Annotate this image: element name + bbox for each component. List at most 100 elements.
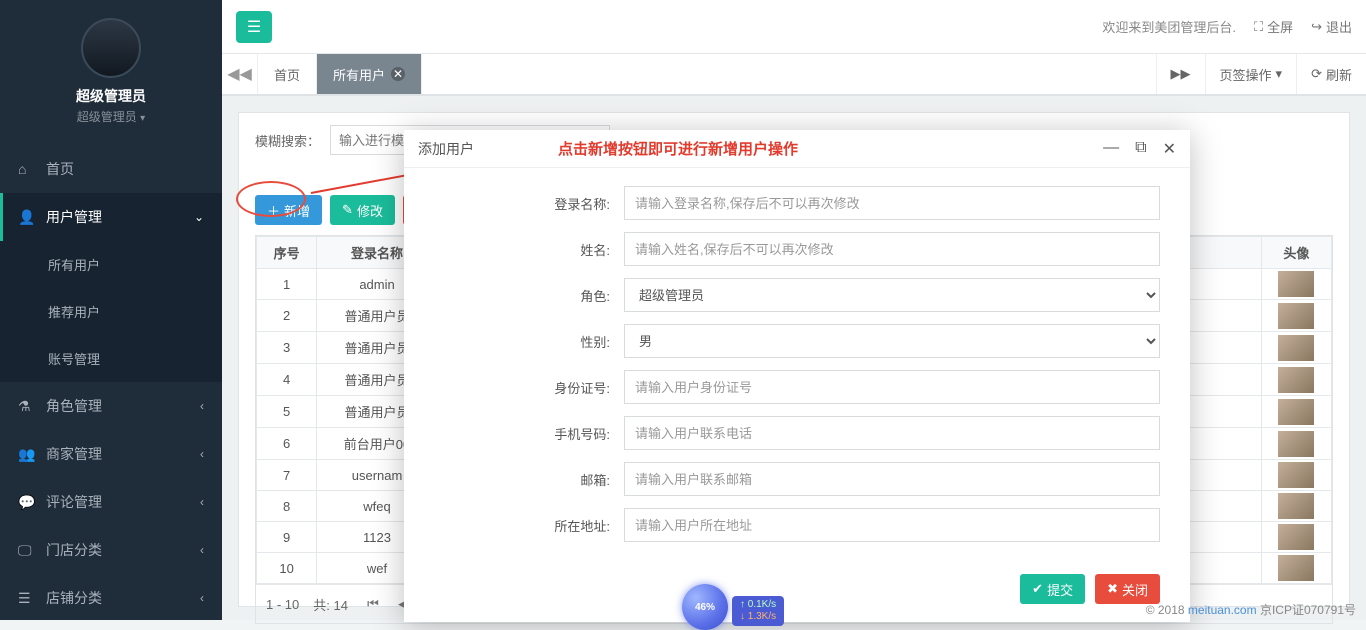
cell-avatar bbox=[1261, 332, 1331, 364]
avatar-thumb bbox=[1278, 431, 1314, 457]
input-phone[interactable] bbox=[624, 416, 1160, 450]
sidebar-item-merchant-mgmt[interactable]: 👥商家管理‹ bbox=[0, 430, 222, 478]
admin-role-dropdown[interactable]: 超级管理员 ▾ bbox=[0, 108, 222, 125]
cell-avatar bbox=[1261, 396, 1331, 428]
sidebar-item-recommend-users[interactable]: 推荐用户 bbox=[0, 288, 222, 335]
chevron-left-icon: ‹ bbox=[200, 399, 204, 413]
input-name[interactable] bbox=[624, 232, 1160, 266]
tabs-scroll-right[interactable]: ▶▶ bbox=[1156, 54, 1205, 94]
cell-avatar bbox=[1261, 460, 1331, 491]
fullscreen-button[interactable]: ⛶全屏 bbox=[1254, 17, 1293, 36]
cell-seq: 2 bbox=[257, 300, 317, 332]
sidebar-item-comment-mgmt[interactable]: 💬评论管理‹ bbox=[0, 478, 222, 526]
label-role: 角色: bbox=[434, 286, 624, 305]
modal-title: 添加用户 bbox=[418, 139, 474, 159]
annotation-text: 点击新增按钮即可进行新增用户操作 bbox=[558, 138, 798, 159]
input-login[interactable] bbox=[624, 186, 1160, 220]
list-icon: ☰ bbox=[18, 590, 36, 607]
chevron-down-icon: ⌄ bbox=[194, 210, 204, 224]
flask-icon: ⚗ bbox=[18, 398, 36, 415]
input-address[interactable] bbox=[624, 508, 1160, 542]
caret-down-icon: ▾ bbox=[1276, 66, 1283, 82]
avatar-thumb bbox=[1278, 367, 1314, 393]
chevron-left-icon: ‹ bbox=[200, 447, 204, 461]
widget-orb: 46% bbox=[682, 584, 728, 630]
cell-seq: 3 bbox=[257, 332, 317, 364]
check-icon: ✔ bbox=[1032, 581, 1043, 597]
avatar-thumb bbox=[1278, 271, 1314, 297]
tab-home[interactable]: 首页 bbox=[258, 54, 317, 94]
avatar-thumb bbox=[1278, 303, 1314, 329]
cell-seq: 6 bbox=[257, 428, 317, 460]
modal-close-button[interactable]: ✕ bbox=[1163, 139, 1176, 159]
modal-body: 登录名称: 姓名: 角色:超级管理员 性别:男 身份证号: 手机号码: 邮箱: … bbox=[404, 168, 1190, 574]
close-icon: ✖ bbox=[1107, 581, 1118, 597]
sidebar-item-account-mgmt[interactable]: 账号管理 bbox=[0, 335, 222, 382]
cell-seq: 5 bbox=[257, 396, 317, 428]
cell-avatar bbox=[1261, 364, 1331, 396]
comment-icon: 💬 bbox=[18, 494, 36, 511]
edit-icon: ✎ bbox=[342, 202, 353, 218]
refresh-icon: ⟳ bbox=[1311, 66, 1322, 82]
label-name: 姓名: bbox=[434, 240, 624, 259]
footer-link[interactable]: meituan.com bbox=[1188, 603, 1257, 617]
tab-ops-dropdown[interactable]: 页签操作 ▾ bbox=[1205, 54, 1297, 94]
avatar bbox=[81, 18, 141, 78]
cell-seq: 10 bbox=[257, 553, 317, 584]
add-user-modal: 添加用户 点击新增按钮即可进行新增用户操作 — ⧉ ✕ 登录名称: 姓名: 角色… bbox=[404, 130, 1190, 622]
home-icon: ⌂ bbox=[18, 161, 36, 177]
tab-all-users[interactable]: 所有用户✕ bbox=[317, 54, 422, 94]
sidebar-item-home[interactable]: ⌂ 首页 bbox=[0, 145, 222, 193]
logout-icon: ↪ bbox=[1311, 19, 1322, 35]
avatar-thumb bbox=[1278, 524, 1314, 550]
chevron-left-icon: ‹ bbox=[200, 543, 204, 557]
avatar-thumb bbox=[1278, 335, 1314, 361]
tabbar: ◀◀ 首页 所有用户✕ ▶▶ 页签操作 ▾ ⟳刷新 bbox=[222, 54, 1366, 96]
avatar-thumb bbox=[1278, 493, 1314, 519]
label-address: 所在地址: bbox=[434, 516, 624, 535]
cell-avatar bbox=[1261, 522, 1331, 553]
user-submenu: 所有用户 推荐用户 账号管理 bbox=[0, 241, 222, 382]
toggle-sidebar-button[interactable]: ☰ bbox=[236, 11, 272, 43]
modal-maximize-button[interactable]: ⧉ bbox=[1135, 139, 1146, 159]
chevron-left-icon: ‹ bbox=[200, 591, 204, 605]
cell-avatar bbox=[1261, 491, 1331, 522]
close-tab-icon[interactable]: ✕ bbox=[391, 67, 405, 81]
monitor-icon: 🖵 bbox=[18, 542, 36, 559]
network-widget[interactable]: 46% ↑ 0.1K/s ↓ 1.3K/s bbox=[682, 580, 792, 620]
col-seq: 序号 bbox=[257, 237, 317, 269]
users-icon: 👥 bbox=[18, 446, 36, 463]
sidebar-item-role-mgmt[interactable]: ⚗角色管理‹ bbox=[0, 382, 222, 430]
label-email: 邮箱: bbox=[434, 470, 624, 489]
close-button[interactable]: ✖ 关闭 bbox=[1095, 574, 1160, 604]
annotation-ellipse bbox=[236, 181, 306, 217]
logout-button[interactable]: ↪退出 bbox=[1311, 17, 1352, 36]
edit-button[interactable]: ✎修改 bbox=[330, 195, 395, 225]
cell-seq: 7 bbox=[257, 460, 317, 491]
sidebar-item-shop-category[interactable]: ☰店铺分类‹ bbox=[0, 574, 222, 620]
cell-avatar bbox=[1261, 428, 1331, 460]
select-gender[interactable]: 男 bbox=[624, 324, 1160, 358]
tabs-scroll-left[interactable]: ◀◀ bbox=[222, 54, 258, 94]
avatar-thumb bbox=[1278, 555, 1314, 581]
cell-seq: 4 bbox=[257, 364, 317, 396]
cell-avatar bbox=[1261, 269, 1331, 300]
label-idcard: 身份证号: bbox=[434, 378, 624, 397]
cell-seq: 1 bbox=[257, 269, 317, 300]
label-login: 登录名称: bbox=[434, 194, 624, 213]
search-label: 模糊搜索： bbox=[255, 131, 320, 150]
expand-icon: ⛶ bbox=[1254, 19, 1263, 35]
cell-seq: 8 bbox=[257, 491, 317, 522]
select-role[interactable]: 超级管理员 bbox=[624, 278, 1160, 312]
sidebar-item-store-category[interactable]: 🖵门店分类‹ bbox=[0, 526, 222, 574]
cell-avatar bbox=[1261, 553, 1331, 584]
sidebar-item-all-users[interactable]: 所有用户 bbox=[0, 241, 222, 288]
refresh-button[interactable]: ⟳刷新 bbox=[1296, 54, 1366, 94]
input-idcard[interactable] bbox=[624, 370, 1160, 404]
modal-minimize-button[interactable]: — bbox=[1103, 139, 1119, 159]
input-email[interactable] bbox=[624, 462, 1160, 496]
sidebar-item-user-mgmt[interactable]: 👤 用户管理 ⌄ bbox=[0, 193, 222, 241]
label-phone: 手机号码: bbox=[434, 424, 624, 443]
submit-button[interactable]: ✔ 提交 bbox=[1020, 574, 1085, 604]
cell-avatar bbox=[1261, 300, 1331, 332]
